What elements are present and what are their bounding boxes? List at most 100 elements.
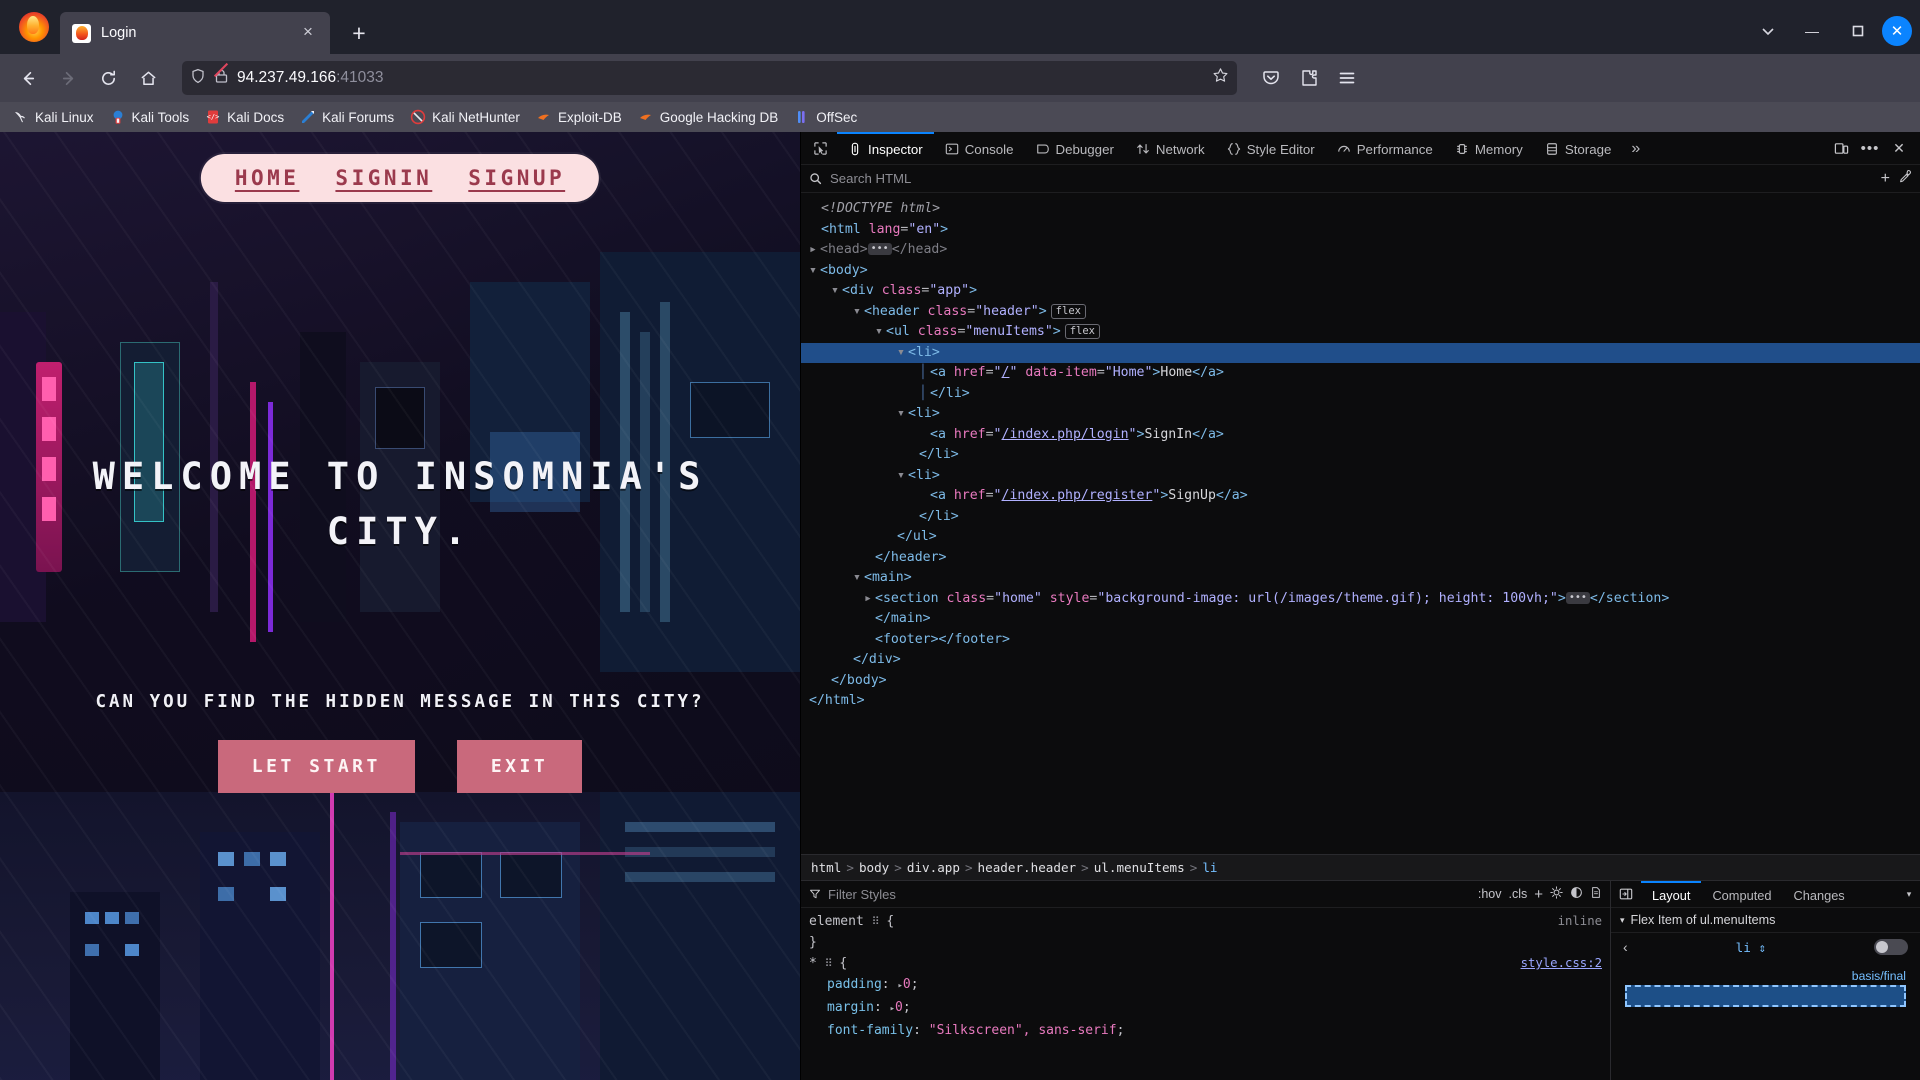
breadcrumb-item-html[interactable]: html — [811, 860, 841, 875]
tab-close-icon[interactable]: × — [296, 21, 320, 45]
markup-line-body-open[interactable]: ▾ <body> — [801, 261, 1920, 282]
light-color-scheme-icon[interactable] — [1550, 886, 1563, 902]
cls-toggle-button[interactable]: .cls — [1508, 887, 1527, 901]
flex-item-section-header[interactable]: ▾ Flex Item of ul.menuItems — [1611, 908, 1920, 932]
bookmark-kali-linux[interactable]: Kali Linux — [6, 106, 101, 128]
bookmark-offsec[interactable]: OffSec — [787, 106, 864, 128]
devtools-close-button[interactable]: ✕ — [1886, 135, 1912, 161]
markup-line-li-selected[interactable]: ▾ <li> — [801, 342, 1920, 363]
devtools-meatball-menu[interactable]: ••• — [1857, 135, 1883, 161]
markup-line-main[interactable]: ▾ <main> — [801, 568, 1920, 589]
bookmark-exploit-db[interactable]: Exploit-DB — [529, 106, 629, 128]
rule-selector[interactable]: * — [809, 956, 817, 971]
pocket-icon[interactable] — [1253, 62, 1289, 94]
home-button[interactable] — [130, 62, 166, 94]
devtools-tabs-overflow[interactable]: » — [1622, 132, 1649, 165]
back-chevron-icon[interactable]: ‹ — [1623, 939, 1628, 955]
bookmark-kali-forums[interactable]: Kali Forums — [293, 106, 401, 128]
markup-line-li-close[interactable]: │ </li> — [801, 384, 1920, 405]
nav-link-signup[interactable]: SIGNUP — [468, 166, 565, 190]
reload-button[interactable] — [90, 62, 126, 94]
element-picker-icon[interactable] — [803, 132, 837, 164]
declaration-property[interactable]: font-family — [809, 1023, 913, 1038]
tab-network[interactable]: Network — [1125, 132, 1216, 165]
nav-link-signin[interactable]: SIGNIN — [335, 166, 432, 190]
web-page-viewport[interactable]: HOME SIGNIN SIGNUP WELCOME TO INSOMNIA'S… — [0, 132, 800, 1080]
new-tab-button[interactable]: + — [342, 16, 376, 50]
let-start-button[interactable]: LET START — [217, 740, 415, 793]
bookmark-kali-tools[interactable]: Kali Tools — [103, 106, 197, 128]
bookmark-kali-nethunter[interactable]: Kali NetHunter — [403, 106, 527, 128]
connection-not-secure-icon[interactable] — [213, 62, 229, 89]
breadcrumb-item-div-app[interactable]: div.app — [907, 860, 960, 875]
window-minimize-button[interactable]: — — [1790, 14, 1834, 48]
tab-changes[interactable]: Changes — [1782, 881, 1855, 907]
declaration-value[interactable]: "Silkscreen", sans-serif — [929, 1023, 1117, 1038]
markup-line-head[interactable]: ▸ <head> ••• </head> — [801, 240, 1920, 261]
css-declaration-margin[interactable]: margin: ▸0; — [801, 997, 1610, 1020]
markup-line-div-app[interactable]: ▾ <div class="app"> — [801, 281, 1920, 302]
tracking-protection-shield-icon[interactable] — [190, 68, 206, 89]
sidebar-toggle-icon[interactable] — [1611, 881, 1641, 907]
bookmark-kali-docs[interactable]: </> Kali Docs — [198, 106, 291, 128]
breadcrumb-item-body[interactable]: body — [859, 860, 889, 875]
responsive-design-mode-icon[interactable] — [1828, 135, 1854, 161]
declaration-value[interactable]: 0 — [903, 977, 911, 992]
breadcrumb-item-li[interactable]: li — [1202, 860, 1217, 875]
list-all-tabs-icon[interactable] — [1748, 15, 1788, 47]
window-close-button[interactable]: ✕ — [1882, 16, 1912, 46]
extensions-icon[interactable] — [1291, 62, 1327, 94]
markup-line-a-signup[interactable]: <a href="/index.php/register">SignUp</a> — [801, 486, 1920, 507]
tab-performance[interactable]: Performance — [1326, 132, 1444, 165]
declaration-property[interactable]: margin — [809, 1000, 874, 1015]
exit-button[interactable]: EXIT — [456, 740, 583, 793]
url-text[interactable]: 94.237.49.166:41033 — [237, 69, 1204, 87]
bookmark-star-icon[interactable] — [1212, 67, 1229, 89]
print-media-icon[interactable] — [1590, 886, 1602, 902]
declaration-value[interactable]: 0 — [895, 1000, 903, 1015]
grid-toggle-icon[interactable]: ⠿ — [825, 957, 840, 970]
back-button[interactable] — [10, 62, 46, 94]
tab-debugger[interactable]: Debugger — [1025, 132, 1125, 165]
markup-line-div-close[interactable]: </div> — [801, 650, 1920, 671]
rule-source-link[interactable]: style.css:2 — [1521, 953, 1602, 974]
markup-line-header-close[interactable]: </header> — [801, 548, 1920, 569]
markup-line-a-signin[interactable]: <a href="/index.php/login">SignIn</a> — [801, 425, 1920, 446]
markup-line-html-close[interactable]: </html> — [801, 691, 1920, 712]
hamburger-menu-icon[interactable] — [1329, 62, 1365, 94]
flex-item-element-name[interactable]: li ⇕ — [1636, 940, 1866, 955]
window-maximize-button[interactable] — [1836, 14, 1880, 48]
nav-link-home[interactable]: HOME — [235, 166, 300, 190]
css-rules-list[interactable]: element ⠿ { inline } * ⠿ { style.css:2 p… — [801, 908, 1610, 1080]
markup-line-main-close[interactable]: </main> — [801, 609, 1920, 630]
tab-console[interactable]: Console — [934, 132, 1025, 165]
hov-toggle-button[interactable]: :hov — [1478, 887, 1502, 901]
tab-layout[interactable]: Layout — [1641, 881, 1702, 907]
tab-style-editor[interactable]: Style Editor — [1216, 132, 1326, 165]
layout-tabs-overflow[interactable]: ▾ — [1898, 881, 1920, 907]
tab-storage[interactable]: Storage — [1534, 132, 1623, 165]
tab-computed[interactable]: Computed — [1701, 881, 1782, 907]
flex-highlight-toggle[interactable] — [1874, 939, 1908, 955]
markup-line-section-home[interactable]: ▸ <section class="home" style="background… — [801, 589, 1920, 610]
tab-memory[interactable]: Memory — [1444, 132, 1534, 165]
markup-line-body-close[interactable]: </body> — [801, 671, 1920, 692]
breadcrumb-item-ul-menuitems[interactable]: ul.menuItems — [1094, 860, 1185, 875]
breadcrumb-item-header[interactable]: header.header — [978, 860, 1077, 875]
markup-line-html-open[interactable]: <html lang="en"> — [801, 220, 1920, 241]
url-bar[interactable]: 94.237.49.166:41033 — [182, 61, 1237, 95]
markup-view[interactable]: <!DOCTYPE html> <html lang="en"> ▸ <head>… — [801, 193, 1920, 854]
markup-line-ul-close[interactable]: </ul> — [801, 527, 1920, 548]
markup-line-li-2[interactable]: ▾ <li> — [801, 404, 1920, 425]
declaration-property[interactable]: padding — [809, 977, 882, 992]
css-declaration-padding[interactable]: padding: ▸0; — [801, 974, 1610, 997]
grid-toggle-icon[interactable]: ⠿ — [872, 915, 887, 928]
eyedropper-icon[interactable] — [1898, 169, 1912, 188]
markup-line-header[interactable]: ▾ <header class="header"> flex — [801, 302, 1920, 323]
html-search-bar[interactable]: Search HTML + — [801, 165, 1920, 193]
add-node-button[interactable]: + — [1881, 170, 1890, 188]
collapse-triangle-icon[interactable]: ▾ — [1620, 915, 1625, 926]
markup-line-li-close[interactable]: </li> — [801, 507, 1920, 528]
markup-line-a-home[interactable]: │ <a href="/" data-item="Home">Home</a> — [801, 363, 1920, 384]
bookmark-google-hacking-db[interactable]: Google Hacking DB — [631, 106, 786, 128]
